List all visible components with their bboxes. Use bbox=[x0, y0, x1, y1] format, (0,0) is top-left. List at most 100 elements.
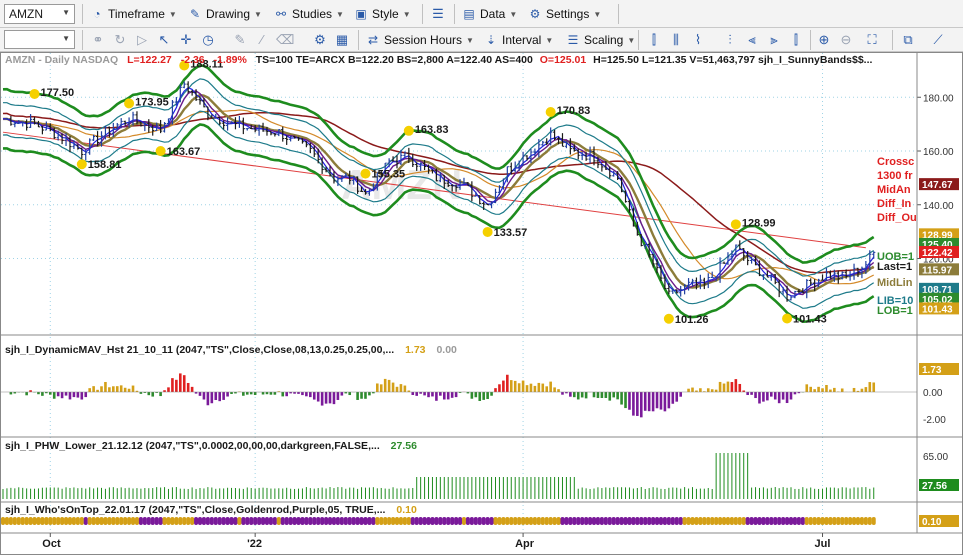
who-on-top-cell bbox=[28, 517, 33, 525]
who-on-top-cell bbox=[201, 517, 206, 525]
who-on-top-cell bbox=[119, 517, 124, 525]
play-icon[interactable]: ▷ bbox=[134, 32, 150, 48]
histogram-bar bbox=[356, 392, 359, 400]
refresh-icon[interactable]: ↻ bbox=[112, 32, 128, 48]
who-on-top-cell bbox=[264, 517, 269, 525]
date-tick-label: Apr bbox=[515, 538, 535, 550]
zoom-in-icon[interactable]: ⊕ bbox=[816, 32, 832, 48]
drawing-button[interactable]: ✎ Drawing ▼ bbox=[188, 5, 262, 23]
swing-label: 170.83 bbox=[557, 105, 591, 117]
eraser-icon[interactable]: ⌫ bbox=[276, 32, 294, 48]
chart-area[interactable]: AMZN 177.50 188.11 173.95 163.67 158.81 163.8… bbox=[0, 52, 963, 555]
study-label: Diff_Ou bbox=[877, 212, 917, 224]
cursor-icon[interactable]: ↖ bbox=[156, 32, 172, 48]
timeframe-button[interactable]: ◔ Timeframe ▼ bbox=[90, 5, 176, 23]
who-on-top-cell bbox=[36, 517, 41, 525]
histogram-bar bbox=[872, 382, 876, 392]
histogram-bar bbox=[809, 386, 812, 392]
who-on-top-cell bbox=[162, 517, 167, 525]
histogram-bar bbox=[793, 392, 797, 395]
who-on-top-cell bbox=[182, 517, 187, 525]
who-on-top-cell bbox=[710, 517, 715, 525]
chevron-down-icon: ▼ bbox=[336, 9, 344, 19]
settings-button[interactable]: ⚙ Settings ▼ bbox=[528, 5, 602, 23]
scaling-button[interactable]: ☰ Scaling ▼ bbox=[566, 31, 636, 49]
histogram-bar bbox=[773, 392, 777, 400]
histogram-bar bbox=[222, 392, 225, 400]
settings-label: Settings bbox=[546, 7, 590, 21]
price-chart-canvas[interactable]: AMZN 177.50188.11173.95163.67158.81163.8… bbox=[1, 53, 962, 554]
studies-button[interactable]: ⚯ Studies ▼ bbox=[274, 5, 344, 23]
histogram-bar bbox=[454, 392, 458, 398]
who-on-top-cell bbox=[458, 517, 463, 525]
who-on-top-cell bbox=[205, 517, 210, 525]
histogram-bar bbox=[37, 392, 40, 395]
grid-settings-icon[interactable]: ⚙ bbox=[312, 32, 328, 48]
who-on-top-cell bbox=[1, 517, 5, 525]
histogram-bar bbox=[360, 392, 363, 399]
chevron-down-icon[interactable]: ▼ bbox=[62, 34, 70, 43]
histogram-bar bbox=[431, 392, 434, 397]
pen-icon[interactable]: ✎ bbox=[232, 32, 248, 48]
whos-on-top-strip: 0.10 bbox=[1, 515, 959, 528]
histogram-bar bbox=[592, 392, 596, 398]
window-layout-icon[interactable]: ☰ bbox=[430, 6, 446, 22]
who-on-top-cell bbox=[615, 517, 620, 525]
workspace-select[interactable]: ▼ bbox=[4, 30, 75, 49]
volume-icon[interactable]: ⫿ bbox=[788, 32, 804, 48]
who-on-top-cell bbox=[804, 517, 809, 525]
quote-params: TS=100 TE=ARCX B=122.20 BS=2,800 A=122.4… bbox=[256, 54, 533, 66]
expand-icon[interactable]: ⫸ bbox=[766, 32, 782, 48]
who-on-top-cell bbox=[477, 517, 482, 525]
who-on-top-cell bbox=[355, 517, 360, 525]
who-on-top-cell bbox=[706, 517, 711, 525]
study-label: 1300 fr bbox=[877, 170, 913, 182]
data-button[interactable]: ▤ Data ▼ bbox=[462, 5, 517, 23]
swing-marker-dot bbox=[76, 159, 87, 170]
histogram-bar bbox=[675, 392, 679, 402]
histogram-bar bbox=[770, 392, 773, 397]
histogram-bar bbox=[490, 392, 493, 396]
last-price: L=122.27 bbox=[127, 54, 172, 66]
fit-icon[interactable]: ⛶ bbox=[864, 32, 880, 48]
histogram-bar bbox=[395, 386, 399, 392]
add-chart-icon[interactable]: ⧉ bbox=[900, 32, 916, 48]
pane2-value-tag-label: 27.56 bbox=[922, 481, 947, 492]
histogram-bar bbox=[249, 392, 253, 395]
interval-button[interactable]: ⇣ Interval ▼ bbox=[484, 31, 553, 49]
chevron-down-icon[interactable]: ▼ bbox=[62, 8, 70, 17]
candlestick-icon[interactable]: ⫼ bbox=[668, 32, 684, 48]
histogram-bar bbox=[474, 392, 478, 398]
who-on-top-cell bbox=[599, 517, 604, 525]
trend-icon[interactable]: ⟋ bbox=[930, 32, 946, 48]
who-on-top-cell bbox=[473, 517, 478, 525]
histogram-bar bbox=[60, 392, 64, 399]
main-toolbar: AMZN ▼ ◔ Timeframe ▼ ✎ Drawing ▼ ⚯ Studi… bbox=[0, 0, 963, 28]
link-icon[interactable]: ⚭ bbox=[90, 32, 106, 48]
who-on-top-cell bbox=[469, 517, 474, 525]
histogram-bar bbox=[123, 387, 127, 392]
who-on-top-cell bbox=[461, 517, 466, 525]
histogram-bar bbox=[584, 392, 588, 399]
histogram-bar bbox=[557, 389, 560, 392]
who-on-top-cell bbox=[769, 517, 774, 525]
compress-icon[interactable]: ⫷ bbox=[744, 32, 760, 48]
crosshair-icon[interactable]: ✛ bbox=[178, 32, 194, 48]
who-on-top-cell bbox=[694, 517, 699, 525]
who-on-top-cell bbox=[576, 517, 581, 525]
session-hours-button[interactable]: ⇄ Session Hours ▼ bbox=[366, 31, 474, 49]
zoom-out-icon[interactable]: ⊖ bbox=[838, 32, 854, 48]
bar-spacing-icon[interactable]: ⫶ bbox=[722, 32, 738, 48]
who-on-top-cell bbox=[56, 517, 61, 525]
ohlc-bars-icon[interactable]: ⫿ bbox=[646, 32, 662, 48]
style-button[interactable]: ▣ Style ▼ bbox=[354, 5, 410, 23]
clock-icon[interactable]: ◷ bbox=[200, 32, 216, 48]
line-chart-icon[interactable]: ⌇ bbox=[690, 32, 706, 48]
table-icon[interactable]: ▦ bbox=[334, 32, 350, 48]
line-icon[interactable]: ⁄ bbox=[254, 32, 270, 48]
histogram-bar bbox=[76, 392, 80, 398]
symbol-input[interactable]: AMZN ▼ bbox=[4, 4, 75, 24]
who-on-top-cell bbox=[678, 517, 683, 525]
histogram-bar bbox=[383, 378, 387, 392]
who-on-top-cell bbox=[142, 517, 147, 525]
